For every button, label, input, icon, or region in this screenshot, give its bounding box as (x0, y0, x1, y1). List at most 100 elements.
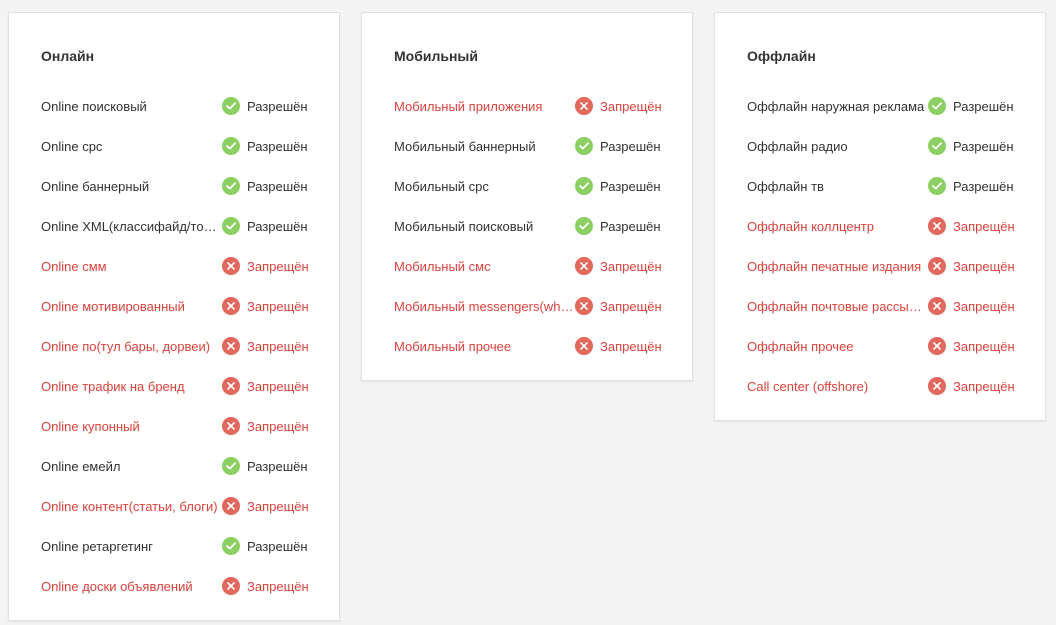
cross-circle-icon (222, 257, 240, 275)
check-circle-icon (222, 177, 240, 195)
traffic-source-label: Online поисковый (41, 98, 147, 114)
traffic-source-label: Оффлайн печатные издания (747, 258, 922, 274)
check-circle-icon (928, 177, 946, 195)
status-badge: Запрещён (222, 417, 309, 435)
traffic-source-label: Оффлайн радио (747, 138, 848, 154)
check-circle-icon (222, 537, 240, 555)
status-text: Запрещён (600, 338, 662, 354)
status-text: Разрешён (247, 538, 308, 554)
list-item: Online мотивированный Запрещён (41, 286, 339, 326)
traffic-source-label: Online cpc (41, 138, 103, 154)
traffic-source-list: Мобильный приложения Запрещён Мобильный ба… (394, 86, 692, 366)
check-circle-icon (575, 137, 593, 155)
card-online: Онлайн Online поисковый Разрешён Online cp… (8, 12, 340, 621)
status-text: Запрещён (953, 218, 1015, 234)
status-badge: Запрещён (222, 497, 309, 515)
traffic-source-label: Online мотивированный (41, 298, 185, 314)
card-title: Мобильный (394, 48, 478, 64)
cross-circle-icon (575, 297, 593, 315)
traffic-source-label: Оффлайн тв (747, 178, 824, 194)
status-text: Разрешён (247, 218, 308, 234)
traffic-source-label: Мобильный приложения (394, 98, 543, 114)
list-item: Оффлайн прочее Запрещён (747, 326, 1045, 366)
status-text: Запрещён (247, 418, 309, 434)
status-badge: Запрещён (575, 257, 662, 275)
traffic-source-label: Call center (offshore) (747, 378, 869, 394)
traffic-source-list: Online поисковый Разрешён Online cpc Разреш… (41, 86, 339, 606)
status-text: Разрешён (600, 178, 661, 194)
traffic-source-label: Мобильный поисковый (394, 218, 534, 234)
status-badge: Запрещён (928, 217, 1015, 235)
list-item: Оффлайн радио Разрешён (747, 126, 1045, 166)
traffic-source-label: Мобильный прочее (394, 338, 512, 354)
check-circle-icon (222, 217, 240, 235)
list-item: Мобильный поисковый Разрешён (394, 206, 692, 246)
check-circle-icon (222, 97, 240, 115)
list-item: Мобильный смс Запрещён (394, 246, 692, 286)
list-item: Мобильный прочее Запрещён (394, 326, 692, 366)
status-badge: Запрещён (222, 377, 309, 395)
traffic-source-label: Online трафик на бренд (41, 378, 185, 394)
traffic-source-label: Оффлайн коллцентр (747, 218, 874, 234)
list-item: Оффлайн почтовые рассылки Запрещён (747, 286, 1045, 326)
traffic-source-label: Online контент(статьи, блоги) (41, 498, 218, 514)
status-text: Запрещён (600, 258, 662, 274)
list-item: Online трафик на бренд Запрещён (41, 366, 339, 406)
traffic-source-label: Мобильный баннерный (394, 138, 536, 154)
status-text: Разрешён (953, 98, 1014, 114)
traffic-source-label: Online по(тул бары, дорвеи) (41, 338, 211, 354)
status-badge: Запрещён (222, 577, 309, 595)
status-badge: Разрешён (222, 137, 308, 155)
status-text: Запрещён (600, 298, 662, 314)
cross-circle-icon (575, 257, 593, 275)
status-badge: Разрешён (575, 177, 661, 195)
status-text: Разрешён (247, 138, 308, 154)
traffic-source-label: Мобильный cpc (394, 178, 489, 194)
cross-circle-icon (222, 497, 240, 515)
cross-circle-icon (928, 297, 946, 315)
list-item: Online емейл Разрешён (41, 446, 339, 486)
traffic-source-label: Оффлайн почтовые рассылки (747, 298, 927, 314)
traffic-source-label: Online XML(классифайд/товарный) (41, 218, 221, 234)
status-badge: Запрещён (928, 337, 1015, 355)
cross-circle-icon (928, 337, 946, 355)
list-item: Оффлайн тв Разрешён (747, 166, 1045, 206)
list-item: Online смм Запрещён (41, 246, 339, 286)
status-badge: Разрешён (928, 97, 1014, 115)
cross-circle-icon (222, 377, 240, 395)
list-item: Online по(тул бары, дорвеи) Запрещён (41, 326, 339, 366)
status-badge: Запрещён (575, 337, 662, 355)
list-item: Оффлайн печатные издания Запрещён (747, 246, 1045, 286)
status-badge: Разрешён (928, 177, 1014, 195)
traffic-source-label: Online купонный (41, 418, 140, 434)
status-badge: Разрешён (222, 217, 308, 235)
status-text: Разрешён (953, 138, 1014, 154)
list-item: Online cpc Разрешён (41, 126, 339, 166)
status-badge: Запрещён (928, 297, 1015, 315)
status-badge: Разрешён (222, 537, 308, 555)
traffic-source-label: Оффлайн наружная реклама (747, 98, 925, 114)
status-badge: Запрещён (222, 297, 309, 315)
cross-circle-icon (928, 257, 946, 275)
status-text: Запрещён (953, 378, 1015, 394)
check-circle-icon (575, 217, 593, 235)
status-badge: Разрешён (575, 137, 661, 155)
cross-circle-icon (222, 297, 240, 315)
cross-circle-icon (928, 377, 946, 395)
traffic-source-label: Online емейл (41, 458, 121, 474)
status-badge: Запрещён (222, 337, 309, 355)
status-text: Запрещён (247, 298, 309, 314)
list-item: Online XML(классифайд/товарный) Разрешён (41, 206, 339, 246)
list-item: Мобильный messengers(whatsapp) Запрещён (394, 286, 692, 326)
status-text: Разрешён (247, 178, 308, 194)
status-badge: Запрещён (928, 377, 1015, 395)
status-badge: Разрешён (222, 97, 308, 115)
card-offline: Оффлайн Оффлайн наружная реклама Разрешён… (714, 12, 1046, 421)
status-text: Запрещён (247, 498, 309, 514)
list-item: Online контент(статьи, блоги) Запрещён (41, 486, 339, 526)
check-circle-icon (575, 177, 593, 195)
list-item: Оффлайн коллцентр Запрещён (747, 206, 1045, 246)
list-item: Мобильный приложения Запрещён (394, 86, 692, 126)
status-badge: Запрещён (222, 257, 309, 275)
status-text: Запрещён (953, 338, 1015, 354)
